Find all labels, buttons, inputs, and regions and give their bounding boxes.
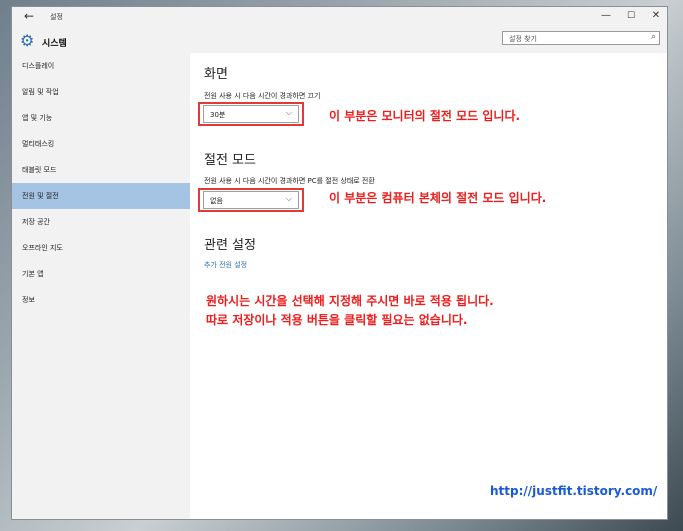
additional-power-settings-link[interactable]: 추가 전원 설정	[204, 260, 247, 270]
sidebar-item-label: 오프라인 지도	[22, 244, 63, 252]
note-line-2: 따로 저장이나 적용 버튼을 클릭할 필요는 없습니다.	[206, 313, 468, 327]
sidebar-item-multitasking[interactable]: 멀티태스킹	[12, 131, 190, 157]
screen-timeout-value: 30분	[210, 111, 226, 119]
sidebar-item-about[interactable]: 정보	[12, 287, 190, 313]
window-title: 설정	[50, 13, 63, 21]
sidebar-item-default-apps[interactable]: 기본 앱	[12, 261, 190, 287]
close-button[interactable]: ✕	[646, 10, 666, 21]
screen-heading: 화면	[204, 67, 228, 82]
sidebar: 디스플레이 알림 및 작업 앱 및 기능 멀티태스킹 태블릿 모드 전원 및 절…	[12, 53, 190, 519]
sidebar-item-label: 태블릿 모드	[22, 166, 57, 174]
sidebar-item-tablet-mode[interactable]: 태블릿 모드	[12, 157, 190, 183]
sidebar-item-label: 전원 및 절전	[22, 192, 59, 200]
sidebar-item-label: 알림 및 작업	[22, 88, 59, 96]
monitor-annotation: 이 부분은 모니터의 절전 모드 입니다.	[329, 109, 521, 123]
screen-timeout-dropdown[interactable]: 30분 ⌵	[203, 105, 299, 123]
sidebar-item-power-sleep[interactable]: 전원 및 절전	[12, 183, 190, 209]
sleep-timeout-label: 전원 사용 시 다음 시간이 경과하면 PC를 절전 상태로 전환	[204, 177, 375, 185]
title-bar: ← 설정 — ☐ ✕	[12, 7, 667, 27]
blog-url: http://justfit.tistory.com/	[490, 484, 658, 498]
back-arrow-icon[interactable]: ←	[24, 9, 34, 23]
screen-timeout-label: 전원 사용 시 다음 시간이 경과하면 끄기	[204, 92, 321, 100]
sidebar-item-offline-maps[interactable]: 오프라인 지도	[12, 235, 190, 261]
sidebar-item-display[interactable]: 디스플레이	[12, 53, 190, 79]
note-line-1: 원하시는 시간을 선택해 지정해 주시면 바로 적용 됩니다.	[206, 294, 494, 308]
chevron-down-icon: ⌵	[285, 194, 292, 203]
search-placeholder: 설정 찾기	[509, 35, 537, 43]
minimize-button[interactable]: —	[596, 10, 616, 21]
sidebar-item-label: 앱 및 기능	[22, 114, 53, 122]
sleep-heading: 절전 모드	[204, 153, 256, 168]
gear-icon: ⚙	[20, 31, 35, 50]
sidebar-item-apps[interactable]: 앱 및 기능	[12, 105, 190, 131]
search-icon[interactable]: ⌕	[651, 32, 656, 42]
sidebar-item-storage[interactable]: 저장 공간	[12, 209, 190, 235]
page-title: 시스템	[42, 39, 67, 49]
chevron-down-icon: ⌵	[285, 108, 292, 117]
settings-window: ← 설정 — ☐ ✕ ⚙ 시스템 설정 찾기 ⌕ 디스플레이 알림 및 작업 앱…	[11, 6, 668, 520]
sidebar-item-label: 멀티태스킹	[22, 140, 55, 148]
sleep-timeout-dropdown[interactable]: 없음 ⌵	[203, 191, 299, 209]
search-input[interactable]: 설정 찾기 ⌕	[502, 31, 660, 45]
sidebar-item-notifications[interactable]: 알림 및 작업	[12, 79, 190, 105]
sidebar-item-label: 저장 공간	[22, 218, 50, 226]
sidebar-item-label: 디스플레이	[22, 62, 55, 70]
maximize-button[interactable]: ☐	[621, 11, 641, 21]
sidebar-item-label: 기본 앱	[22, 270, 44, 278]
sidebar-item-label: 정보	[22, 296, 35, 304]
computer-annotation: 이 부분은 컴퓨터 본체의 절전 모드 입니다.	[329, 191, 547, 205]
sleep-timeout-value: 없음	[210, 197, 223, 205]
related-settings-heading: 관련 설정	[204, 238, 256, 253]
